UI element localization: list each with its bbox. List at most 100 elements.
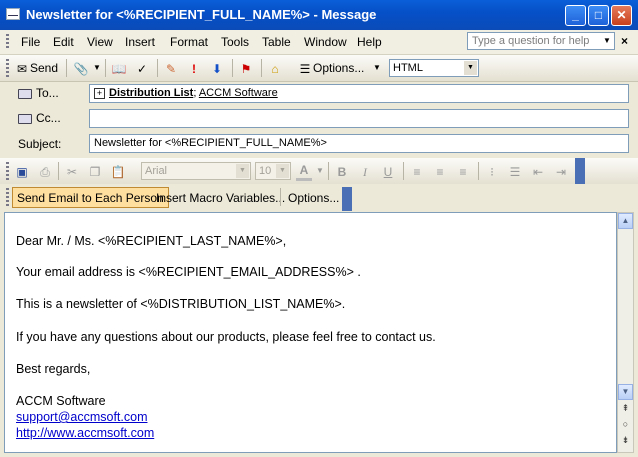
signature-icon[interactable]: ✎ xyxy=(163,59,179,77)
menu-file[interactable]: File xyxy=(21,35,40,49)
help-search-input[interactable]: Type a question for help xyxy=(467,32,615,50)
document-close-icon[interactable]: × xyxy=(621,34,628,48)
macro-options-button[interactable]: Options... xyxy=(283,187,344,208)
bulleted-list-icon[interactable]: ☰ xyxy=(507,162,523,180)
increase-indent-icon[interactable]: ⇥ xyxy=(553,162,569,180)
print-icon[interactable]: ⎙ xyxy=(37,162,53,180)
font-select[interactable]: Arial ▼ xyxy=(141,162,251,180)
chevron-down-icon[interactable]: ▼ xyxy=(276,164,289,178)
chevron-down-icon[interactable]: ▼ xyxy=(236,164,249,178)
to-field[interactable]: + Distribution List; ACCM Software xyxy=(89,84,629,103)
toolbar-separator xyxy=(232,59,233,77)
cc-label: Cc... xyxy=(36,111,61,125)
toolbar-grip[interactable] xyxy=(6,162,9,180)
scroll-up-icon[interactable]: ▲ xyxy=(618,213,633,229)
toolbar-separator xyxy=(157,59,158,77)
recipient-separator: ; xyxy=(193,87,197,99)
signature-name: ACCM Software xyxy=(16,394,106,408)
menu-tools[interactable]: Tools xyxy=(221,35,249,49)
scroll-down-icon[interactable]: ▼ xyxy=(618,384,633,400)
toolbar-separator xyxy=(328,162,329,180)
address-book-icon xyxy=(18,113,32,124)
toolbar-separator xyxy=(58,162,59,180)
menu-view[interactable]: View xyxy=(87,35,113,49)
message-format-select[interactable]: HTML ▼ xyxy=(389,59,479,77)
send-button[interactable]: ✉ Send xyxy=(14,59,58,77)
regards-text: Best regards, xyxy=(16,362,91,376)
save-icon[interactable]: ▣ xyxy=(14,162,30,180)
toolbar-overflow-icon[interactable] xyxy=(342,187,352,211)
support-email-link[interactable]: support@accmsoft.com xyxy=(16,410,147,424)
attach-icon[interactable]: 📎 xyxy=(73,59,89,77)
expand-list-icon[interactable]: + xyxy=(94,88,105,99)
message-format-value: HTML xyxy=(393,62,423,74)
to-button[interactable]: To... xyxy=(18,86,59,100)
subject-label: Subject: xyxy=(18,137,62,151)
check-names-icon[interactable]: ✓ xyxy=(134,59,150,77)
cc-button[interactable]: Cc... xyxy=(18,111,61,125)
toolbar-separator xyxy=(280,188,281,206)
insert-macro-variables-button[interactable]: Insert Macro Variables... xyxy=(151,187,290,208)
vertical-scrollbar[interactable]: ▲ ▼ ⇞ ○ ⇟ xyxy=(617,212,634,453)
permission-icon[interactable]: ⌂ xyxy=(267,59,283,77)
copy-icon[interactable]: ❐ xyxy=(87,162,103,180)
underline-icon[interactable]: U xyxy=(380,162,396,180)
company-recipient[interactable]: ACCM Software xyxy=(199,87,278,99)
toolbar-separator xyxy=(105,59,106,77)
font-color-dropdown-icon[interactable]: ▼ xyxy=(316,162,324,180)
send-email-each-button[interactable]: Send Email to Each Person xyxy=(12,187,169,208)
address-book-icon[interactable]: 📖 xyxy=(111,59,127,77)
cc-field[interactable] xyxy=(89,109,629,128)
toolbar-grip[interactable] xyxy=(6,59,9,77)
toolbar-overflow-icon[interactable] xyxy=(575,158,585,184)
distribution-list-recipient[interactable]: Distribution List xyxy=(109,87,193,99)
menu-insert[interactable]: Insert xyxy=(125,35,155,49)
macro-toolbar: Send Email to Each Person Insert Macro V… xyxy=(0,184,638,212)
toolbar-grip[interactable] xyxy=(6,188,9,208)
close-button[interactable]: ✕ xyxy=(611,5,632,26)
email-line-text: Your email address is <%RECIPIENT_EMAIL_… xyxy=(16,265,361,279)
toolbar-separator xyxy=(403,162,404,180)
font-color-icon[interactable]: A xyxy=(296,162,312,182)
numbered-list-icon[interactable]: ⁝ xyxy=(484,162,500,180)
send-icon: ✉ xyxy=(16,61,28,76)
menu-window[interactable]: Window xyxy=(304,35,347,49)
menu-help[interactable]: Help xyxy=(357,35,382,49)
paste-icon[interactable]: 📋 xyxy=(110,162,126,180)
font-size-select[interactable]: 10 ▼ xyxy=(255,162,291,180)
menu-edit[interactable]: Edit xyxy=(53,35,74,49)
menu-table[interactable]: Table xyxy=(262,35,291,49)
next-page-icon[interactable]: ⇟ xyxy=(620,435,631,446)
decrease-indent-icon[interactable]: ⇤ xyxy=(530,162,546,180)
options-dropdown-icon[interactable]: ▼ xyxy=(373,59,381,77)
align-right-icon[interactable]: ≡ xyxy=(455,162,471,180)
attach-dropdown-icon[interactable]: ▼ xyxy=(93,59,101,77)
previous-page-icon[interactable]: ⇞ xyxy=(620,403,631,414)
align-left-icon[interactable]: ≡ xyxy=(409,162,425,180)
help-dropdown-icon[interactable]: ▼ xyxy=(603,36,611,45)
website-link[interactable]: http://www.accmsoft.com xyxy=(16,426,154,440)
message-body[interactable]: Dear Mr. / Ms. <%RECIPIENT_LAST_NAME%>, … xyxy=(4,212,617,453)
minimize-button[interactable]: _ xyxy=(565,5,586,26)
menu-format[interactable]: Format xyxy=(170,35,208,49)
maximize-button[interactable]: □ xyxy=(588,5,609,26)
menu-grip[interactable] xyxy=(6,34,9,50)
title-bar: Newsletter for <%RECIPIENT_FULL_NAME%> -… xyxy=(0,0,638,30)
toolbar-separator xyxy=(261,59,262,77)
newsletter-line-text: This is a newsletter of <%DISTRIBUTION_L… xyxy=(16,297,346,311)
align-center-icon[interactable]: ≡ xyxy=(432,162,448,180)
chevron-down-icon[interactable]: ▼ xyxy=(464,61,477,75)
bold-icon[interactable]: B xyxy=(334,162,350,180)
subject-field[interactable]: Newsletter for <%RECIPIENT_FULL_NAME%> xyxy=(89,134,629,153)
low-importance-icon[interactable]: ⬇ xyxy=(209,59,225,77)
cut-icon[interactable]: ✂ xyxy=(64,162,80,180)
italic-icon[interactable]: I xyxy=(357,162,373,180)
address-book-icon xyxy=(18,88,32,99)
options-button[interactable]: ☰ Options... xyxy=(297,59,365,77)
greeting-text: Dear Mr. / Ms. <%RECIPIENT_LAST_NAME%>, xyxy=(16,234,287,248)
flag-icon[interactable]: ⚑ xyxy=(238,59,254,77)
toolbar-separator xyxy=(478,162,479,180)
select-browse-object-icon[interactable]: ○ xyxy=(620,419,631,429)
high-importance-icon[interactable]: ! xyxy=(186,59,202,77)
window-title: Newsletter for <%RECIPIENT_FULL_NAME%> -… xyxy=(26,7,377,22)
